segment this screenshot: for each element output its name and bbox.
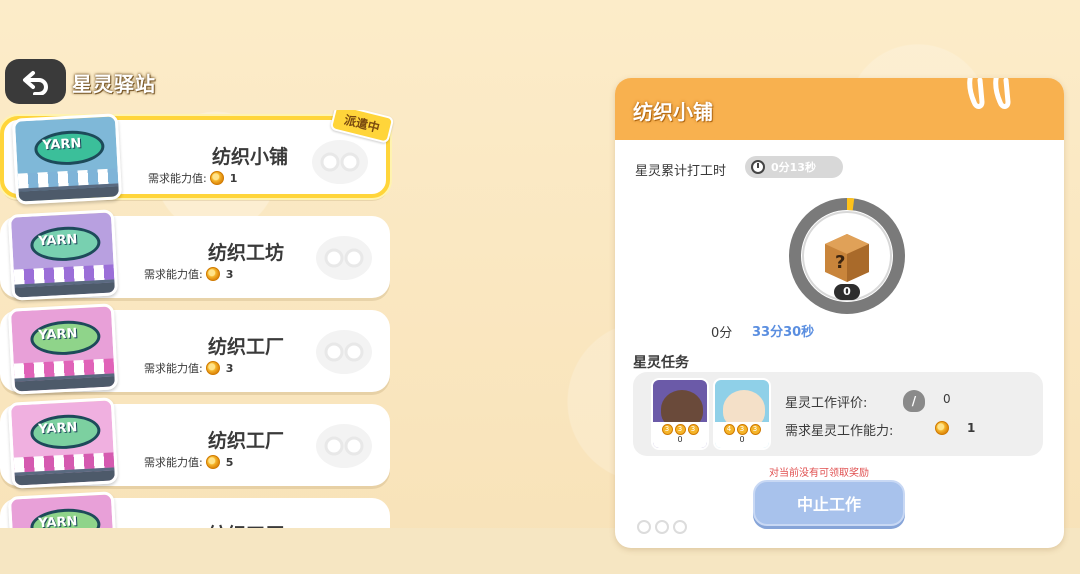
station-list[interactable]: YARN 纺织小铺 需求能力值: 1 派遣中 YARN 纺织工坊 需求能力值: …	[0, 110, 400, 528]
station-name: 纺织工厂	[208, 520, 284, 528]
ability-coin-icon	[209, 171, 224, 185]
station-thumbnail: YARN	[7, 491, 119, 528]
mascot-watermark-icon	[316, 424, 372, 468]
need-value: 1	[967, 421, 976, 435]
back-button[interactable]	[5, 59, 66, 104]
progress-current: 0分	[711, 326, 733, 341]
chat-icon[interactable]	[673, 520, 687, 534]
station-thumbnail: YARN	[7, 397, 119, 489]
stop-work-button[interactable]: 中止工作	[753, 480, 905, 526]
worktime-label: 星灵累计打工时	[635, 164, 727, 179]
ability-coin-icon	[935, 421, 949, 435]
ability-coin-icon	[205, 361, 220, 375]
station-thumbnail: YARN	[7, 209, 119, 301]
panel-title: 纺织小铺	[633, 100, 713, 124]
mystery-box-icon: ?	[825, 234, 869, 282]
svg-text:?: ?	[835, 252, 845, 273]
camera-icon[interactable]	[655, 520, 669, 534]
station-name: 纺织工坊	[208, 242, 285, 264]
ability-coin-icon	[205, 267, 220, 281]
station-requirement: 需求能力值: 3	[144, 267, 234, 281]
station-card[interactable]: YARN 纺织工厂 需求能力值: 3	[0, 303, 390, 395]
station-card[interactable]: YARN 纺织小铺 需求能力值: 1 派遣中	[0, 110, 395, 205]
progress-total: 33分30秒	[752, 325, 815, 340]
station-name: 纺织工厂	[208, 430, 285, 452]
ability-coin-icon	[205, 455, 220, 469]
eval-label: 星灵工作评价:	[785, 396, 868, 411]
eval-value: 0	[943, 392, 951, 406]
spirit-card[interactable]: 4 3 3 0	[713, 378, 771, 450]
station-thumbnail: YARN	[7, 303, 119, 395]
share-icon[interactable]	[637, 520, 651, 534]
worktime-pill: 0分13秒	[745, 156, 843, 178]
station-thumbnail: YARN	[11, 113, 123, 205]
station-requirement: 需求能力值: 3	[144, 361, 234, 375]
station-requirement: 需求能力值: 5	[144, 455, 234, 469]
footer-icons	[637, 520, 687, 534]
tasks-title: 星灵任务	[633, 355, 689, 371]
station-name: 纺织小铺	[212, 146, 289, 168]
back-arrow-icon	[22, 70, 48, 95]
mascot-watermark-icon	[316, 236, 372, 280]
reward-progress-ring: ? 0	[787, 196, 907, 316]
page-title: 星灵驿站	[72, 72, 156, 96]
reward-note: 对当前没有可领取奖励	[769, 468, 869, 479]
mascot-watermark-icon	[316, 330, 372, 374]
station-card[interactable]: YARN 纺织工坊 需求能力值: 3	[0, 209, 390, 301]
mascot-watermark-icon	[312, 140, 368, 184]
task-box: 3 3 3 0 4 3 3 0	[633, 372, 1043, 456]
station-card[interactable]: YARN 纺织工厂	[0, 491, 390, 528]
paper-clip-icon	[967, 78, 1011, 109]
spirit-card[interactable]: 3 3 3 0	[651, 378, 709, 450]
station-detail-panel: 纺织小铺 星灵累计打工时 0分13秒 ? 0 0分 33分30秒 星灵任务 3 …	[615, 78, 1064, 548]
station-name: 纺织工厂	[208, 336, 285, 358]
rating-unknown-icon: /	[903, 390, 925, 412]
clock-icon	[751, 160, 765, 174]
station-card[interactable]: YARN 纺织工厂 需求能力值: 5	[0, 397, 390, 489]
need-label: 需求星灵工作能力:	[785, 424, 894, 439]
chest-count: 0	[834, 284, 860, 300]
station-requirement: 需求能力值: 1	[148, 171, 238, 185]
